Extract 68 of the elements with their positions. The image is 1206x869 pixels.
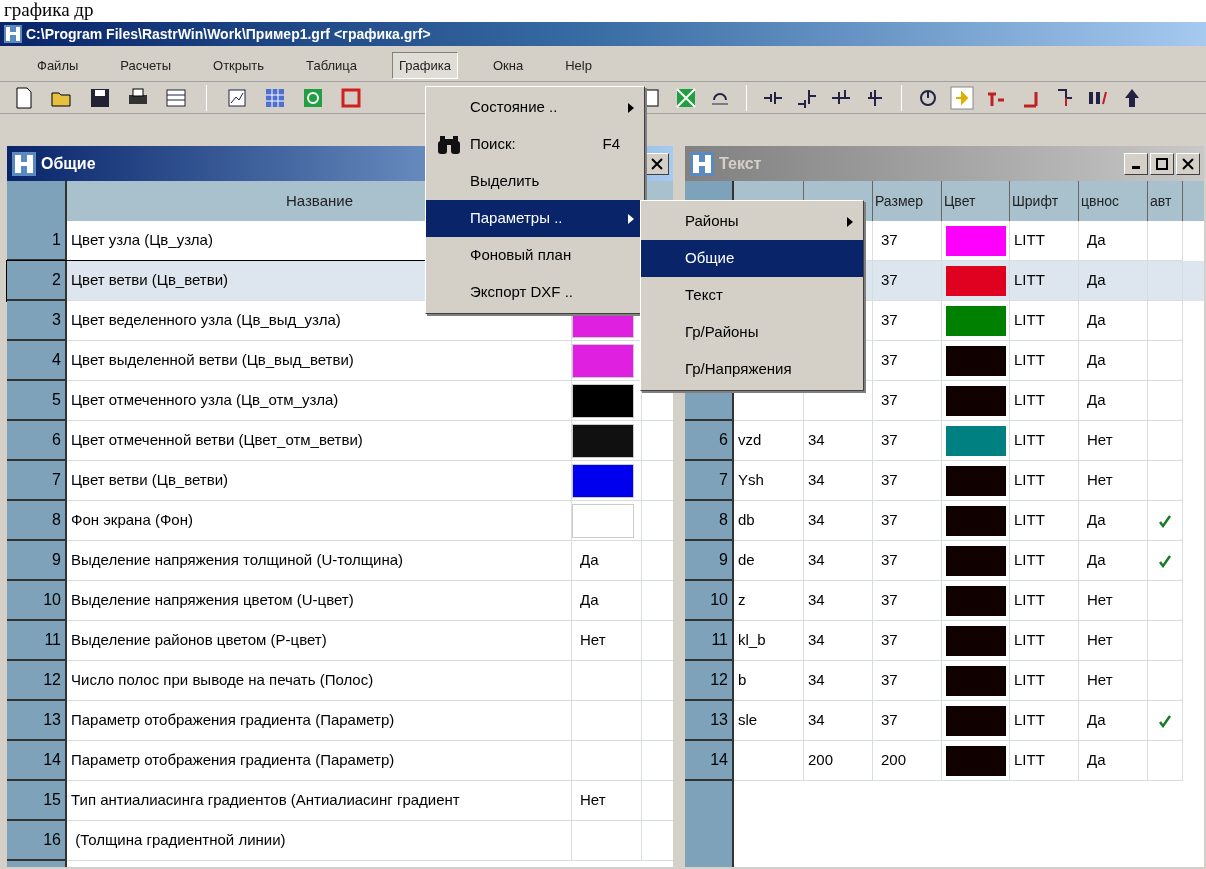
menu-bar-item[interactable]: Файлы [30, 51, 86, 80]
menu-item[interactable]: Поиск: F4 [426, 126, 644, 163]
table-row[interactable]: 14 Параметр отображения градиента (Параметр) [7, 741, 673, 781]
table-cell: Да [1079, 741, 1148, 781]
menu-bar-item[interactable]: Help [558, 51, 599, 80]
row-number: 10 [685, 581, 734, 621]
menu-item[interactable]: Состояние .. [426, 89, 644, 126]
row-number: 6 [685, 421, 734, 461]
row-number: 13 [685, 701, 734, 741]
window-title: Общие [41, 153, 96, 174]
table-row[interactable]: 6 Цвет отмеченной ветви (Цвет_отм_ветви) [7, 421, 673, 461]
table-cell: (Толщина градиентной линии) [67, 821, 572, 861]
menu-item-label: Экспорт DXF .. [470, 282, 574, 303]
table-cell-text: Да [579, 590, 599, 611]
row-number: 1 [7, 221, 67, 261]
shortcut-text: F4 [602, 134, 620, 155]
menu-bar-item[interactable]: Таблица [299, 51, 365, 80]
row-number: 11 [685, 621, 734, 661]
menu-item-label: Поиск: [470, 134, 516, 155]
row-number: 8 [685, 501, 734, 541]
table-row[interactable]: 7 Цвет ветви (Цв_ветви) [7, 461, 673, 501]
app-title: C:\Program Files\RastrWin\Work\Пример1.grf <графика.grf> [26, 24, 431, 44]
row-number: 14 [685, 741, 734, 781]
row-number: 11 [7, 621, 67, 661]
row-number: 3 [7, 301, 67, 341]
menu-bar-item[interactable]: Открыть [206, 51, 272, 80]
window-title: Текст [719, 153, 762, 174]
row-number: 7 [7, 461, 67, 501]
row-number: 5 [7, 381, 67, 421]
table-row[interactable]: 10 Выделение напряжения цветом (U-цвет) Да [7, 581, 673, 621]
menu-item[interactable]: Выделить [426, 163, 644, 200]
row-number: 9 [7, 541, 67, 581]
menu-item-label: Выделить [470, 171, 540, 192]
menu-item[interactable]: Общие [641, 240, 863, 277]
menu-bar-item[interactable]: Расчеты [113, 51, 178, 80]
menu-bar-item[interactable]: Графика [392, 51, 458, 80]
row-number: 12 [685, 661, 734, 701]
table-cell: 200 [873, 741, 942, 781]
table-cell-text: Да [579, 550, 599, 571]
table-row[interactable]: 15 Тип антиалиасинга градиентов (Антиалиасинг градиент Нет [7, 781, 673, 821]
row-number: 4 [7, 341, 67, 381]
table-row[interactable]: 13 Параметр отображения градиента (Параметр) [7, 701, 673, 741]
table-row[interactable]: 11 Выделение районов цветом (Р-цвет) Нет [7, 621, 673, 661]
menu-item-label: Состояние .. [470, 97, 558, 118]
table-row[interactable]: 16 (Толщина градиентной линии) [7, 821, 673, 861]
row-number: 15 [7, 781, 67, 821]
table-row[interactable]: 12 Число полос при выводе на печать (Полос) [7, 661, 673, 701]
row-number: 14 [7, 741, 67, 781]
row-number: 7 [685, 461, 734, 501]
table-row[interactable]: 8 Фон экрана (Фон) [7, 501, 673, 541]
table-cell-text: Нет [579, 790, 606, 811]
document-text: графика др [4, 0, 94, 20]
table-row[interactable]: 9 Выделение напряжения толщиной (U-толщина) Да [7, 541, 673, 581]
table-row[interactable]: 5 Цвет отмеченного узла (Цв_отм_узла) [7, 381, 673, 421]
menu-item-label: Гр/Напряжения [685, 359, 792, 380]
row-number: 16 [7, 821, 67, 861]
table-cell: 200 [804, 741, 873, 781]
row-number: 6 [7, 421, 67, 461]
row-number: 9 [685, 541, 734, 581]
table-cell: LITT [1010, 741, 1079, 781]
row-number: 10 [7, 581, 67, 621]
row-number: 13 [7, 701, 67, 741]
table-cell-text: Нет [579, 630, 606, 651]
row-number: 2 [7, 261, 67, 301]
row-number: 8 [7, 501, 67, 541]
menu-item-label: Гр/Районы [685, 322, 759, 343]
row-number: 12 [7, 661, 67, 701]
menu-bar-item[interactable]: Окна [486, 51, 531, 80]
